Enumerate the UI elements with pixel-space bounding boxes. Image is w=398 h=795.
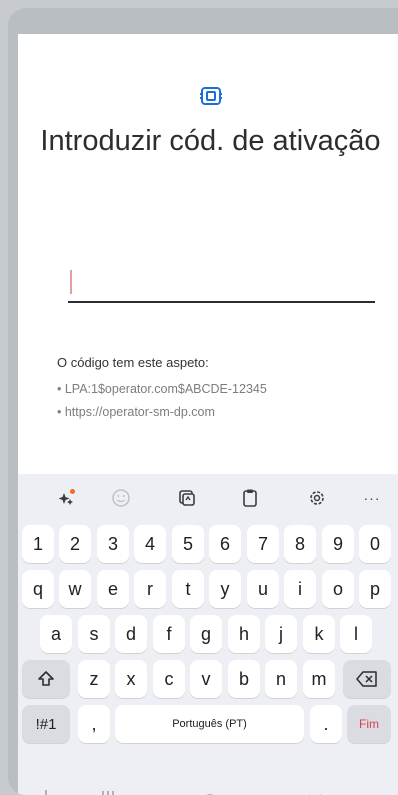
sticker-icon[interactable] (173, 484, 201, 512)
page-title: Introduzir cód. de ativação (40, 125, 381, 157)
key-w[interactable]: w (59, 570, 91, 608)
activation-screen: Introduzir cód. de ativação O código tem… (18, 34, 398, 795)
key-7[interactable]: 7 (247, 525, 279, 563)
key-y[interactable]: y (209, 570, 241, 608)
text-cursor (70, 270, 72, 294)
key-k[interactable]: k (303, 615, 335, 653)
key-a[interactable]: a (40, 615, 72, 653)
key-e[interactable]: e (97, 570, 129, 608)
key-3[interactable]: 3 (97, 525, 129, 563)
key-b[interactable]: b (228, 660, 260, 698)
hint-title: O código tem este aspeto: (57, 355, 209, 370)
key-5[interactable]: 5 (172, 525, 204, 563)
symbols-key[interactable]: !#1 (22, 705, 70, 743)
key-6[interactable]: 6 (209, 525, 241, 563)
comma-key[interactable]: , (78, 705, 110, 743)
key-4[interactable]: 4 (134, 525, 166, 563)
done-key[interactable]: Fim (347, 705, 391, 743)
key-x[interactable]: x (115, 660, 147, 698)
hint-example-lpa: • LPA:1$operator.com$ABCDE-12345 (57, 382, 267, 396)
key-z[interactable]: z (78, 660, 110, 698)
key-h[interactable]: h (228, 615, 260, 653)
key-j[interactable]: j (265, 615, 297, 653)
key-o[interactable]: o (322, 570, 354, 608)
key-8[interactable]: 8 (284, 525, 316, 563)
sparkle-icon[interactable] (53, 484, 81, 512)
input-underline (68, 301, 375, 303)
key-1[interactable]: 1 (22, 525, 54, 563)
key-l[interactable]: l (340, 615, 372, 653)
key-p[interactable]: p (359, 570, 391, 608)
key-v[interactable]: v (190, 660, 222, 698)
clipboard-icon[interactable] (236, 484, 264, 512)
key-u[interactable]: u (247, 570, 279, 608)
shift-icon (38, 671, 54, 686)
key-0[interactable]: 0 (359, 525, 391, 563)
key-m[interactable]: m (303, 660, 335, 698)
more-icon[interactable]: ··· (358, 484, 386, 512)
key-q[interactable]: q (22, 570, 54, 608)
key-r[interactable]: r (134, 570, 166, 608)
key-g[interactable]: g (190, 615, 222, 653)
emoji-icon[interactable] (107, 484, 135, 512)
keyboard-toolbar: ··· (18, 474, 398, 520)
space-key[interactable]: Português (PT) (115, 705, 304, 743)
settings-icon[interactable] (303, 484, 331, 512)
key-9[interactable]: 9 (322, 525, 354, 563)
shift-key[interactable] (22, 660, 70, 698)
navigation-bar (18, 786, 398, 795)
device-frame: Introduzir cód. de ativação O código tem… (8, 8, 398, 795)
key-n[interactable]: n (265, 660, 297, 698)
key-i[interactable]: i (284, 570, 316, 608)
sim-card-icon (199, 84, 223, 108)
key-2[interactable]: 2 (59, 525, 91, 563)
period-key[interactable]: . (310, 705, 342, 743)
key-d[interactable]: d (115, 615, 147, 653)
keyboard: ··· 1 2 3 4 5 6 7 8 9 0 q w e r t y u i … (18, 474, 398, 795)
key-s[interactable]: s (78, 615, 110, 653)
hint-example-url: • https://operator-sm-dp.com (57, 405, 215, 419)
backspace-key[interactable] (343, 660, 391, 698)
activation-code-input[interactable] (68, 260, 375, 304)
key-t[interactable]: t (172, 570, 204, 608)
key-f[interactable]: f (153, 615, 185, 653)
backspace-icon (356, 671, 377, 687)
key-c[interactable]: c (153, 660, 185, 698)
